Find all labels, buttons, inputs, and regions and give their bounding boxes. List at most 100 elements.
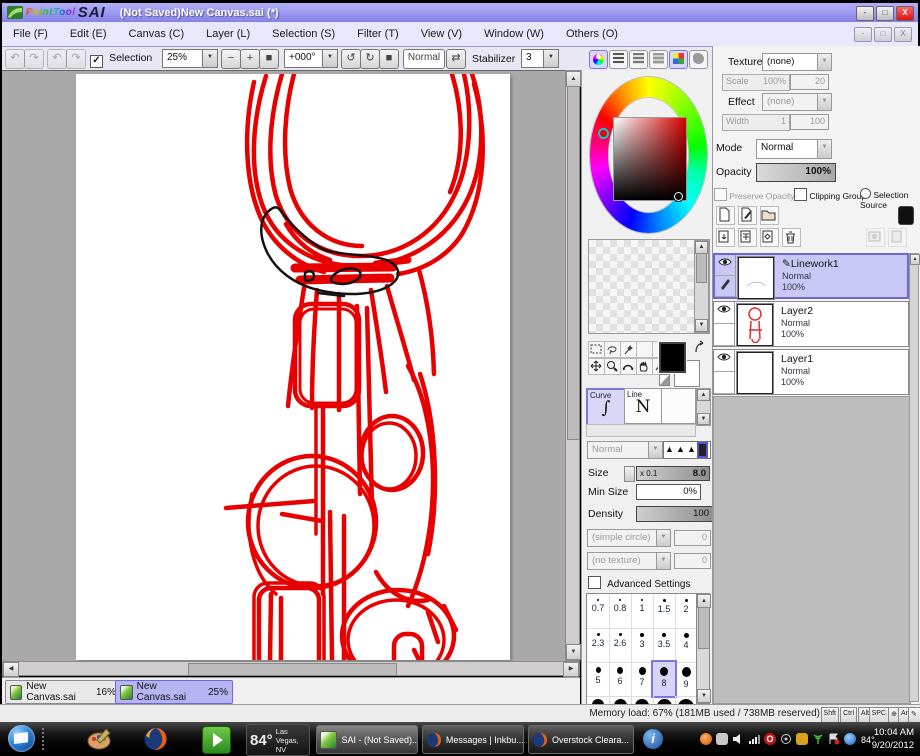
menu-view[interactable]: View (V) <box>410 28 473 40</box>
size-cell[interactable]: 5 <box>587 662 610 697</box>
scroll-down-icon[interactable]: ▼ <box>695 319 708 332</box>
angle-combo[interactable]: +000° ▼ <box>284 49 338 68</box>
effect-width-value[interactable]: 100 <box>790 114 829 130</box>
tray-gps-icon[interactable] <box>780 733 792 745</box>
layer-row-linework1[interactable]: ✎Linework1 Normal 100% <box>713 253 909 299</box>
layer-visibility-toggle[interactable] <box>714 302 734 324</box>
advanced-settings-checkbox[interactable]: Advanced Settings <box>588 576 690 590</box>
new-layer-set-button[interactable] <box>760 206 779 225</box>
edge-hard-button[interactable]: ▲ <box>664 442 675 458</box>
rgb-slider-icon[interactable] <box>609 50 628 69</box>
texture-scale-slider[interactable]: Scale100% <box>722 74 790 91</box>
tray-antenna-icon[interactable] <box>812 733 824 745</box>
hand-tool[interactable] <box>636 358 653 375</box>
rect-select-tool[interactable] <box>588 341 605 358</box>
clipping-group-checkbox[interactable]: Clipping Group <box>794 188 866 201</box>
taskbar-button-firefox-1[interactable]: Messages | Inkbu... <box>422 725 524 754</box>
tool-slots-scrollbar[interactable]: ▲ ▼ <box>696 388 711 426</box>
size-cell[interactable]: 0.8 <box>609 594 632 629</box>
maximize-button[interactable]: □ <box>876 6 894 21</box>
angle-dropdown-icon[interactable]: ▼ <box>322 50 337 67</box>
media-play-icon[interactable] <box>202 726 231 754</box>
layer-visibility-toggle[interactable] <box>714 350 734 372</box>
tray-icon-2[interactable] <box>716 733 728 745</box>
stencil-button-disabled[interactable] <box>888 228 907 247</box>
menu-canvas[interactable]: Canvas (C) <box>118 28 196 40</box>
menu-selection[interactable]: Selection (S) <box>261 28 346 40</box>
effect-dropdown[interactable]: (none) ▼ <box>762 93 832 111</box>
zoom-tool[interactable] <box>604 358 621 375</box>
undo-button[interactable]: ↶ <box>5 49 25 69</box>
edge-soft-button[interactable]: ▲ <box>686 442 697 458</box>
child-close-button[interactable]: X <box>894 27 912 42</box>
tool-slot-row-empty[interactable] <box>586 424 696 437</box>
edge-medium-button[interactable]: ▲ <box>675 442 686 458</box>
new-linework-layer-button[interactable] <box>738 206 757 225</box>
zoom-dropdown-icon[interactable]: ▼ <box>202 50 217 67</box>
tray-icon-1[interactable] <box>700 733 712 745</box>
size-cell[interactable]: 2 <box>675 594 698 629</box>
scroll-down-icon[interactable]: ▼ <box>566 644 581 660</box>
minimize-button[interactable]: - <box>856 6 874 21</box>
taskbar-button-sai[interactable]: SAI - (Not Saved)... <box>316 725 418 754</box>
layer-thumbnail[interactable] <box>738 257 774 299</box>
scroll-down-icon[interactable]: ▼ <box>697 689 711 703</box>
dropdown-icon[interactable]: ▼ <box>648 442 662 458</box>
size-cell[interactable]: 2.6 <box>609 628 632 663</box>
tray-daemon-icon[interactable]: i <box>643 729 663 749</box>
scratchpad-icon[interactable] <box>689 50 708 69</box>
size-grid-scrollbar[interactable]: ▲ ▼ <box>696 593 710 704</box>
texture-scale-value[interactable]: 20 <box>790 74 829 90</box>
size-cell[interactable]: 3 <box>631 628 654 663</box>
menu-layer[interactable]: Layer (L) <box>195 28 261 40</box>
tool-slot-empty[interactable] <box>661 388 696 424</box>
transfer-down-button[interactable] <box>716 228 735 247</box>
min-size-input[interactable]: 0% <box>636 484 701 500</box>
size-cell[interactable]: 1.5 <box>653 594 676 629</box>
tray-network-icon[interactable] <box>748 733 760 745</box>
child-minimize-button[interactable]: - <box>854 27 872 42</box>
zoom-in-button[interactable]: + <box>240 49 260 69</box>
tray-update-icon[interactable] <box>796 733 808 745</box>
view-normal-button[interactable]: Normal <box>403 49 445 69</box>
firefox-icon[interactable] <box>142 726 169 752</box>
canvas-tab-2[interactable]: New Canvas.sai 25% <box>115 680 233 704</box>
zoom-combo[interactable]: 25% ▼ <box>162 49 218 68</box>
size-unit-button[interactable] <box>624 466 635 482</box>
mask-button-disabled[interactable] <box>866 228 885 247</box>
new-layer-button[interactable] <box>716 206 735 225</box>
size-cell[interactable]: 2.3 <box>587 628 610 663</box>
brush-shape-dropdown[interactable]: (simple circle) ▼ <box>587 529 671 547</box>
layer-row-layer2[interactable]: Layer2 Normal 100% <box>713 301 909 347</box>
rotate-cw-button[interactable]: ↻ <box>360 49 380 69</box>
size-cell[interactable]: 4 <box>675 628 698 663</box>
selection-checkbox-box[interactable]: ✓ <box>90 55 103 68</box>
layer-list-scrollbar[interactable]: ▲ <box>909 253 919 702</box>
taskbar-button-firefox-2[interactable]: Overstock Cleara... <box>528 725 634 754</box>
menu-file[interactable]: File (F) <box>2 28 59 40</box>
dropdown-icon[interactable]: ▼ <box>656 553 670 569</box>
clear-layer-button[interactable] <box>760 228 779 247</box>
size-cell[interactable]: 3.5 <box>653 628 676 663</box>
scroll-right-icon[interactable]: ▶ <box>563 662 579 677</box>
panel-toggle-button[interactable] <box>898 206 914 225</box>
scratchpad-area[interactable] <box>588 239 710 334</box>
tool-slot-empty[interactable] <box>636 341 653 358</box>
effect-width-slider[interactable]: Width1 <box>722 114 790 131</box>
saturation-value-picker[interactable] <box>613 117 687 201</box>
mixer-slider-icon[interactable] <box>649 50 668 69</box>
brush-texture-strength[interactable]: 0 <box>674 553 711 569</box>
close-button[interactable]: X <box>896 6 914 21</box>
flip-horizontal-button[interactable]: ⇄ <box>446 49 466 69</box>
swatches-icon[interactable] <box>669 50 688 69</box>
dropdown-icon[interactable]: ▼ <box>817 140 831 158</box>
canvas-horizontal-scrollbar[interactable]: ◀ ▶ <box>2 661 580 676</box>
brush-shape-strength[interactable]: 0 <box>674 530 711 546</box>
layer-mode-dropdown[interactable]: Normal ▼ <box>756 139 832 159</box>
move-tool[interactable] <box>588 358 605 375</box>
tray-icon-3[interactable] <box>844 733 856 745</box>
tray-volume-icon[interactable] <box>732 733 744 745</box>
layer-visibility-toggle[interactable] <box>715 255 735 276</box>
preserve-opacity-checkbox[interactable]: Preserve Opacity <box>714 188 795 201</box>
swap-colors-icon[interactable] <box>694 340 706 354</box>
